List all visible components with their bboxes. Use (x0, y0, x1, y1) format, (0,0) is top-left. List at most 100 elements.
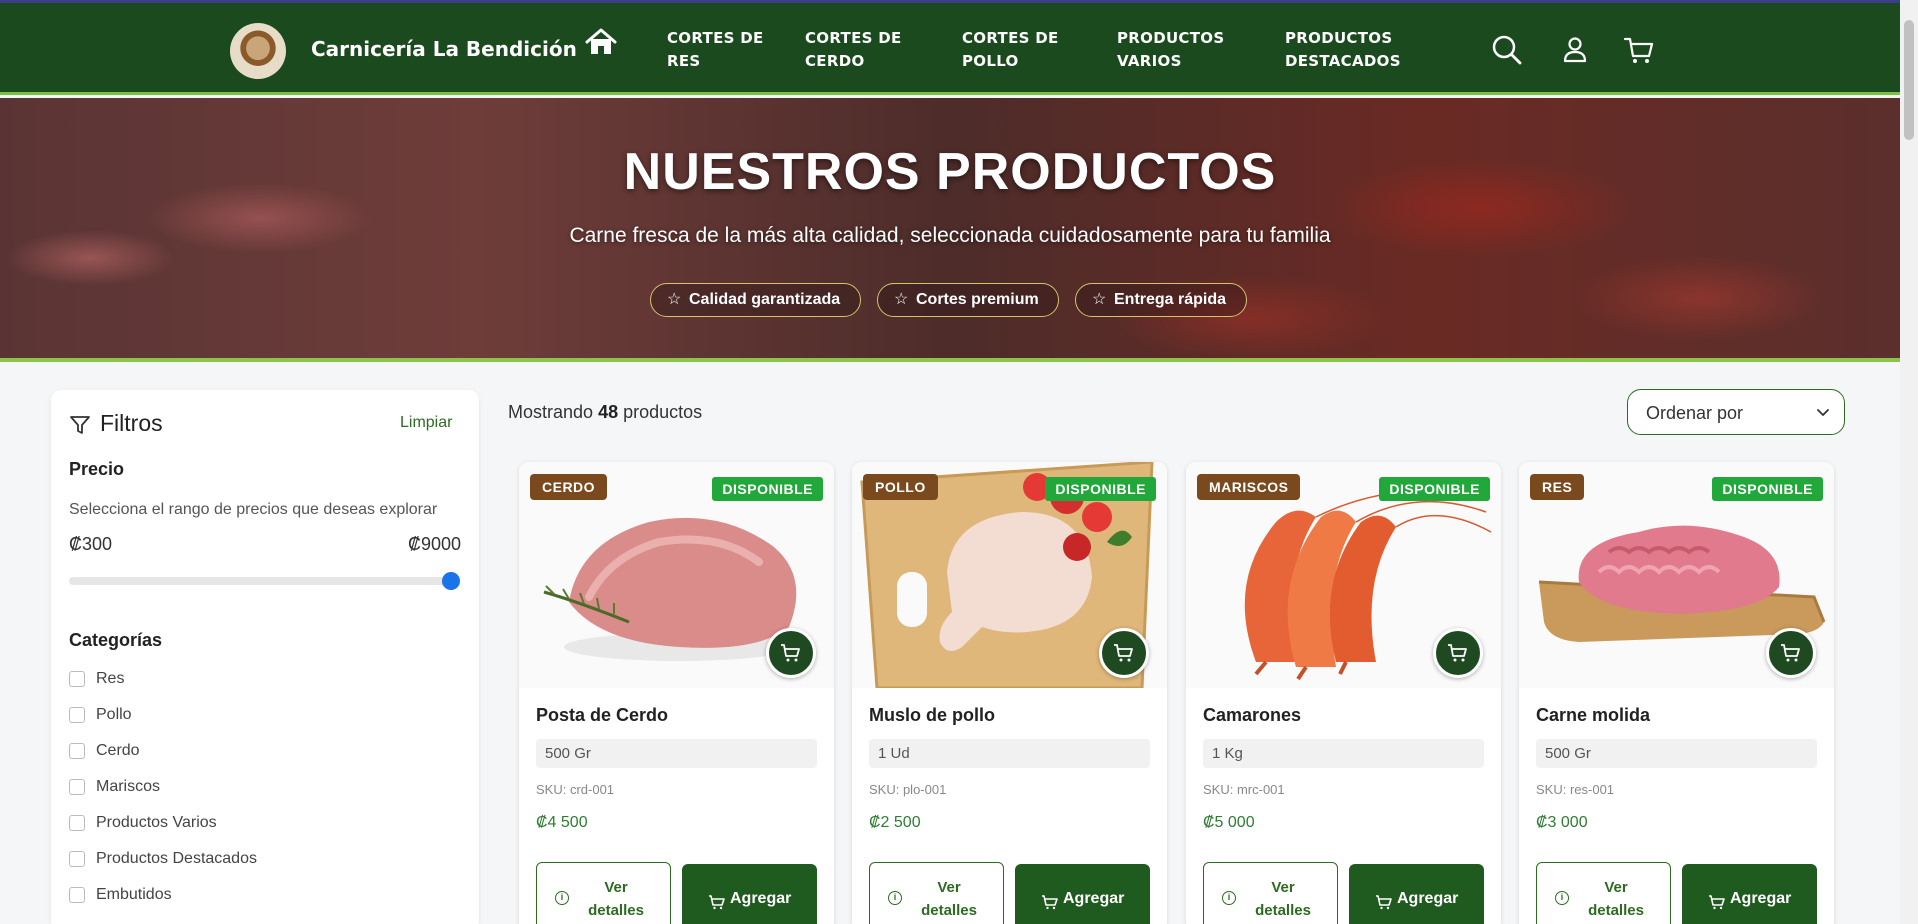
category-badge: CERDO (530, 474, 608, 500)
info-icon: i (555, 891, 569, 905)
category-label: Embutidos (96, 886, 172, 903)
results-number: 48 (598, 402, 619, 422)
clear-filters-link[interactable]: Limpiar (400, 414, 452, 432)
product-sku: SKU: crd-001 (536, 782, 615, 797)
price-min-value: ₡300 (69, 534, 113, 554)
cart-icon (1448, 644, 1467, 662)
quick-add-cart-button[interactable] (1766, 628, 1816, 678)
star-icon: ☆ (894, 291, 909, 308)
add-to-cart-label: Agregar (1730, 890, 1792, 907)
quick-add-cart-button[interactable] (1433, 628, 1483, 678)
view-details-button[interactable]: i Ver detalles (869, 862, 1004, 924)
add-to-cart-button[interactable]: Agregar (1682, 864, 1817, 924)
filter-icon (70, 416, 90, 434)
category-checkbox[interactable] (69, 887, 85, 903)
product-image[interactable]: CERDO DISPONIBLE (519, 462, 834, 688)
nav-productos-varios[interactable]: PRODUCTOS VARIOS (1117, 27, 1237, 73)
add-to-cart-label: Agregar (1063, 890, 1125, 907)
pill-calidad: ☆ Calidad garantizada (650, 283, 861, 317)
category-checkbox[interactable] (69, 779, 85, 795)
cart-icon (781, 644, 800, 662)
availability-badge: DISPONIBLE (712, 477, 823, 501)
product-name[interactable]: Posta de Cerdo (536, 705, 668, 726)
product-name[interactable]: Camarones (1203, 705, 1301, 726)
nav-cortes-cerdo[interactable]: CORTES DE CERDO (805, 27, 915, 73)
product-card[interactable]: POLLO DISPONIBLE Muslo de pollo 1 Ud SKU… (852, 462, 1167, 924)
quick-add-cart-button[interactable] (1099, 628, 1149, 678)
product-card[interactable]: MARISCOS DISPONIBLE Camarones 1 Kg SKU: … (1186, 462, 1501, 924)
view-details-label: Ver detalles (588, 879, 644, 919)
product-image[interactable]: RES DISPONIBLE (1519, 462, 1834, 688)
product-sku: SKU: mrc-001 (1203, 782, 1285, 797)
scrollbar-thumb[interactable] (1904, 20, 1914, 140)
category-checkbox[interactable] (69, 815, 85, 831)
price-slider-thumb[interactable] (442, 572, 460, 590)
product-name[interactable]: Carne molida (1536, 705, 1650, 726)
sort-select[interactable]: Ordenar por (1627, 389, 1845, 435)
product-card[interactable]: CERDO DISPONIBLE Posta de Cerdo 500 Gr S… (519, 462, 834, 924)
nav-productos-destacados[interactable]: PRODUCTOS DESTACADOS (1285, 27, 1415, 73)
category-label: Productos Varios (96, 814, 217, 831)
add-to-cart-label: Agregar (1397, 890, 1459, 907)
view-details-label: Ver detalles (921, 879, 977, 919)
product-sku: SKU: plo-001 (869, 782, 947, 797)
product-image[interactable]: MARISCOS DISPONIBLE (1186, 462, 1501, 688)
add-to-cart-button[interactable]: Agregar (1349, 864, 1484, 924)
user-icon[interactable] (1558, 33, 1592, 67)
category-checkbox[interactable] (69, 707, 85, 723)
category-badge: RES (1530, 474, 1585, 500)
view-details-button[interactable]: i Ver detalles (1536, 862, 1671, 924)
info-icon: i (888, 891, 902, 905)
nav-cortes-res[interactable]: CORTES DE RES (667, 27, 777, 73)
pill-entrega: ☆ Entrega rápida (1075, 283, 1247, 317)
cart-icon[interactable] (1622, 33, 1656, 67)
nav-cortes-pollo[interactable]: CORTES DE POLLO (962, 27, 1072, 73)
filters-title: Filtros (100, 410, 163, 436)
results-count: Mostrando 48 productos (508, 402, 702, 423)
price-max-value: ₡9000 (408, 534, 462, 554)
pill-cortes: ☆ Cortes premium (877, 283, 1059, 317)
quick-add-cart-button[interactable] (766, 628, 816, 678)
product-price: ₡3 000 (1536, 814, 1588, 831)
search-icon[interactable] (1490, 33, 1524, 67)
star-icon: ☆ (1092, 291, 1107, 308)
product-price: ₡2 500 (869, 814, 921, 831)
category-label: Mariscos (96, 778, 161, 795)
brand-logo[interactable] (230, 23, 286, 79)
product-unit: 1 Kg (1203, 739, 1484, 768)
view-details-label: Ver detalles (1588, 879, 1644, 919)
cart-icon (1114, 644, 1133, 662)
product-image[interactable]: POLLO DISPONIBLE (852, 462, 1167, 688)
pill-label: Cortes premium (916, 291, 1039, 308)
hero-title: NUESTROS PRODUCTOS (623, 143, 1277, 201)
add-to-cart-button[interactable]: Agregar (682, 864, 817, 924)
view-details-button[interactable]: i Ver detalles (1203, 862, 1338, 924)
category-checkbox[interactable] (69, 743, 85, 759)
brand-name[interactable]: Carnicería La Bendición (311, 37, 577, 61)
availability-badge: DISPONIBLE (1045, 477, 1156, 501)
category-checkbox[interactable] (69, 851, 85, 867)
results-prefix: Mostrando (508, 402, 594, 422)
product-name[interactable]: Muslo de pollo (869, 705, 995, 726)
price-slider-track[interactable] (69, 577, 451, 585)
category-label: Productos Destacados (96, 850, 257, 867)
product-card[interactable]: RES DISPONIBLE Carne molida 500 Gr SKU: … (1519, 462, 1834, 924)
category-checkbox[interactable] (69, 671, 85, 687)
view-details-button[interactable]: i Ver detalles (536, 862, 671, 924)
star-icon: ☆ (667, 291, 682, 308)
page-scrollbar[interactable] (1900, 0, 1918, 924)
chevron-down-icon (1817, 409, 1829, 416)
home-icon[interactable] (584, 27, 618, 57)
category-badge: POLLO (863, 474, 938, 500)
view-details-label: Ver detalles (1255, 879, 1311, 919)
cart-icon (1709, 895, 1725, 910)
cart-icon (1781, 644, 1800, 662)
availability-badge: DISPONIBLE (1379, 477, 1490, 501)
add-to-cart-button[interactable]: Agregar (1015, 864, 1150, 924)
sort-label: Ordenar por (1646, 403, 1744, 423)
price-title: Precio (69, 459, 125, 479)
site-header: Carnicería La Bendición CORTES DE RES CO… (0, 3, 1900, 95)
product-unit: 500 Gr (536, 739, 817, 768)
category-label: Pollo (96, 706, 132, 723)
price-help-text: Selecciona el rango de precios que desea… (69, 501, 438, 518)
